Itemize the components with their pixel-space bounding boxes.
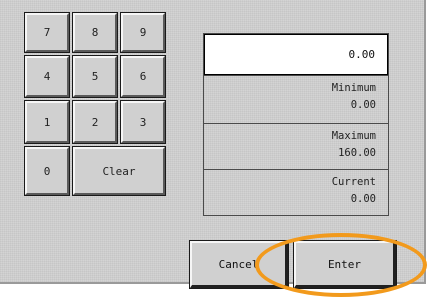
- key-8[interactable]: 8: [72, 12, 118, 53]
- clear-button[interactable]: Clear: [72, 146, 166, 196]
- key-7[interactable]: 7: [24, 12, 70, 53]
- minimum-label: Minimum: [331, 82, 376, 94]
- key-3[interactable]: 3: [120, 100, 166, 144]
- entry-value: 0.00: [348, 48, 376, 61]
- key-2[interactable]: 2: [72, 100, 118, 144]
- current-value: 0.00: [350, 193, 376, 205]
- key-0[interactable]: 0: [24, 146, 70, 196]
- minimum-readout: Minimum 0.00: [204, 75, 388, 121]
- entry-display[interactable]: 0.00: [204, 34, 388, 75]
- key-9[interactable]: 9: [120, 12, 166, 53]
- key-5[interactable]: 5: [72, 55, 118, 98]
- cancel-button[interactable]: Cancel: [189, 240, 289, 289]
- minimum-value: 0.00: [350, 99, 376, 111]
- value-panel: 0.00 Minimum 0.00 Maximum 160.00 Current…: [203, 33, 389, 216]
- maximum-value: 160.00: [338, 147, 376, 159]
- maximum-readout: Maximum 160.00: [204, 123, 388, 169]
- maximum-label: Maximum: [331, 130, 376, 142]
- current-label: Current: [331, 176, 376, 188]
- enter-button[interactable]: Enter: [293, 240, 397, 289]
- key-6[interactable]: 6: [120, 55, 166, 98]
- current-readout: Current 0.00: [204, 169, 388, 215]
- key-1[interactable]: 1: [24, 100, 70, 144]
- numeric-keypad-dialog: 7 8 9 4 5 6 1 2 3 0 Clear 0.00 Minimum 0…: [0, 0, 426, 289]
- key-4[interactable]: 4: [24, 55, 70, 98]
